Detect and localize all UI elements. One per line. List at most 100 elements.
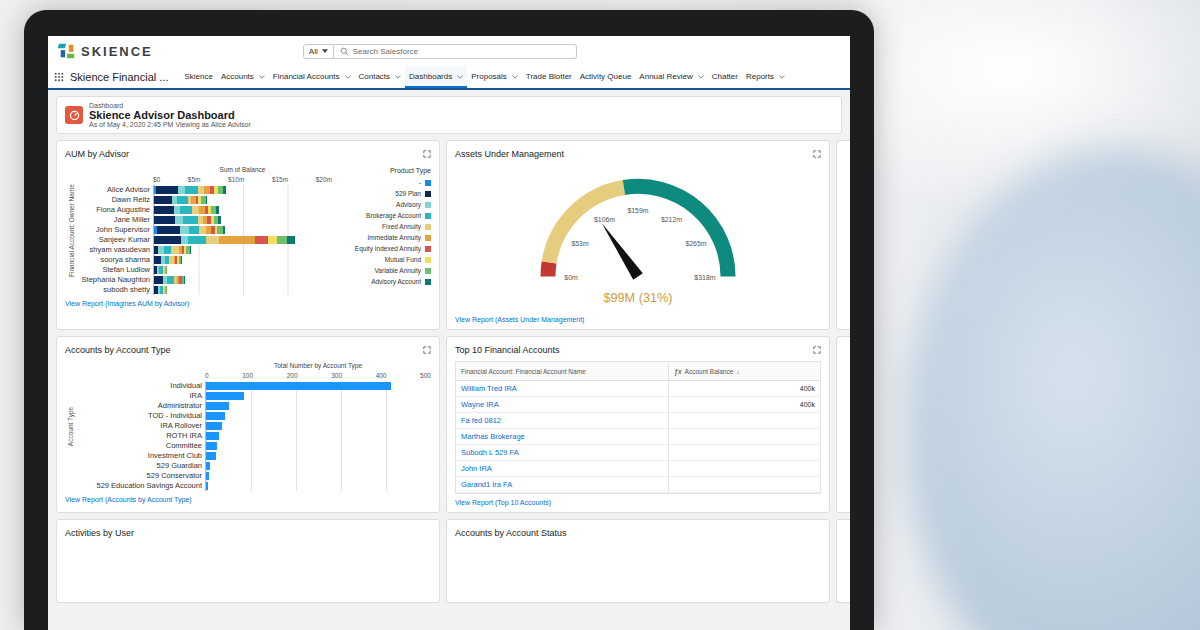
bar-segment[interactable] (287, 236, 294, 244)
expand-icon[interactable] (813, 346, 821, 354)
column-header[interactable]: ƒxAccount Balance↓ (668, 362, 820, 380)
bar-fill[interactable] (206, 462, 210, 470)
chevron-down-icon[interactable] (345, 75, 351, 79)
account-link[interactable]: Wayne IRA (461, 400, 499, 409)
advisor-bar[interactable] (154, 205, 332, 215)
bar-segment[interactable] (192, 206, 199, 214)
advisor-bar[interactable] (154, 185, 332, 195)
bar-fill[interactable] (206, 402, 229, 410)
bar-segment[interactable] (166, 286, 167, 294)
advisor-bar[interactable] (154, 195, 332, 205)
nav-tab[interactable]: Accounts (217, 66, 269, 88)
table-row[interactable]: John IRA (456, 461, 820, 477)
advisor-bar[interactable] (154, 285, 332, 295)
search-input[interactable]: Search Salesforce (334, 44, 577, 59)
nav-tab[interactable]: Dashboards (405, 66, 467, 88)
account-link[interactable]: Marthas Brokerage (461, 432, 525, 441)
table-row[interactable]: Garand1 Ira FA (456, 477, 820, 493)
account-type-bar[interactable] (206, 451, 431, 461)
bar-fill[interactable] (206, 452, 216, 460)
bar-segment[interactable] (184, 276, 185, 284)
advisor-bar[interactable] (154, 265, 332, 275)
expand-icon[interactable] (423, 346, 431, 354)
nav-tab[interactable]: Reports (742, 66, 789, 88)
table-row[interactable]: William Tred IRA400k (456, 381, 820, 397)
account-link[interactable]: John IRA (461, 464, 492, 473)
nav-tab[interactable]: Activity Queue (576, 66, 636, 88)
advisor-bar[interactable] (154, 235, 332, 245)
account-type-bar[interactable] (206, 391, 431, 401)
bar-segment[interactable] (175, 216, 183, 224)
bar-segment[interactable] (181, 236, 188, 244)
account-link[interactable]: Garand1 Ira FA (461, 480, 512, 489)
bar-fill[interactable] (206, 442, 217, 450)
bar-segment[interactable] (219, 236, 255, 244)
table-row[interactable]: Fa fed 0812 (456, 413, 820, 429)
account-type-bar[interactable] (206, 401, 431, 411)
bar-segment[interactable] (154, 256, 161, 264)
bar-fill[interactable] (206, 482, 208, 490)
view-report-link[interactable]: View Report (Top 10 Accounts) (455, 499, 821, 506)
chevron-down-icon[interactable] (259, 75, 265, 79)
account-type-bar[interactable] (206, 471, 431, 481)
account-type-bar[interactable] (206, 381, 431, 391)
nav-tab[interactable]: Financial Accounts (269, 66, 355, 88)
nav-tab[interactable]: Contacts (355, 66, 406, 88)
nav-tab[interactable]: Trade Blotter (522, 66, 576, 88)
view-report-link[interactable]: View Report (Assets Under Management) (455, 316, 821, 323)
bar-segment[interactable] (189, 226, 200, 234)
bar-segment[interactable] (177, 196, 188, 204)
bar-segment[interactable] (171, 246, 179, 254)
bar-segment[interactable] (183, 216, 197, 224)
bar-segment[interactable] (185, 186, 198, 194)
account-link[interactable]: William Tred IRA (461, 384, 517, 393)
chevron-down-icon[interactable] (698, 75, 704, 79)
bar-segment[interactable] (154, 216, 175, 224)
bar-segment[interactable] (216, 206, 219, 214)
table-row[interactable]: Subodh L 529 FA (456, 445, 820, 461)
nav-tab[interactable]: Chatter (708, 66, 742, 88)
bar-segment[interactable] (277, 236, 288, 244)
account-type-bar[interactable] (206, 421, 431, 431)
bar-segment[interactable] (154, 236, 181, 244)
bar-segment[interactable] (181, 256, 182, 264)
bar-segment[interactable] (154, 206, 174, 214)
account-type-bar[interactable] (206, 431, 431, 441)
account-type-bar[interactable] (206, 441, 431, 451)
chevron-down-icon[interactable] (457, 75, 463, 79)
nav-tab[interactable]: Skience (180, 66, 216, 88)
bar-segment[interactable] (223, 226, 225, 234)
app-launcher-grid-icon[interactable] (54, 72, 64, 82)
bar-segment[interactable] (156, 186, 178, 194)
bar-segment[interactable] (180, 206, 192, 214)
account-type-bar[interactable] (206, 481, 431, 491)
bar-fill[interactable] (206, 392, 244, 400)
table-row[interactable]: Marthas Brokerage (456, 429, 820, 445)
bar-segment[interactable] (206, 236, 219, 244)
bar-segment[interactable] (157, 226, 180, 234)
chevron-down-icon[interactable] (779, 75, 785, 79)
bar-fill[interactable] (206, 472, 209, 480)
bar-segment[interactable] (166, 266, 167, 274)
bar-fill[interactable] (206, 432, 219, 440)
table-row[interactable]: Wayne IRA400k (456, 397, 820, 413)
account-type-bar[interactable] (206, 461, 431, 471)
chevron-down-icon[interactable] (395, 75, 401, 79)
search-scope-button[interactable]: All (303, 44, 334, 59)
nav-tab[interactable]: Proposals (467, 66, 522, 88)
bar-segment[interactable] (190, 246, 192, 254)
bar-fill[interactable] (206, 382, 391, 390)
brand-logo[interactable]: SKIENCE (58, 42, 153, 60)
advisor-bar[interactable] (154, 255, 332, 265)
bar-segment[interactable] (164, 246, 171, 254)
bar-segment[interactable] (268, 236, 277, 244)
bar-segment[interactable] (154, 276, 163, 284)
bar-segment[interactable] (218, 216, 221, 224)
bar-segment[interactable] (223, 186, 226, 194)
advisor-bar[interactable] (154, 245, 332, 255)
expand-icon[interactable] (423, 150, 431, 158)
bar-segment[interactable] (178, 186, 185, 194)
view-report-link[interactable]: View Report (Imagines AUM by Advisor) (65, 300, 431, 307)
advisor-bar[interactable] (154, 225, 332, 235)
account-type-bar[interactable] (206, 411, 431, 421)
